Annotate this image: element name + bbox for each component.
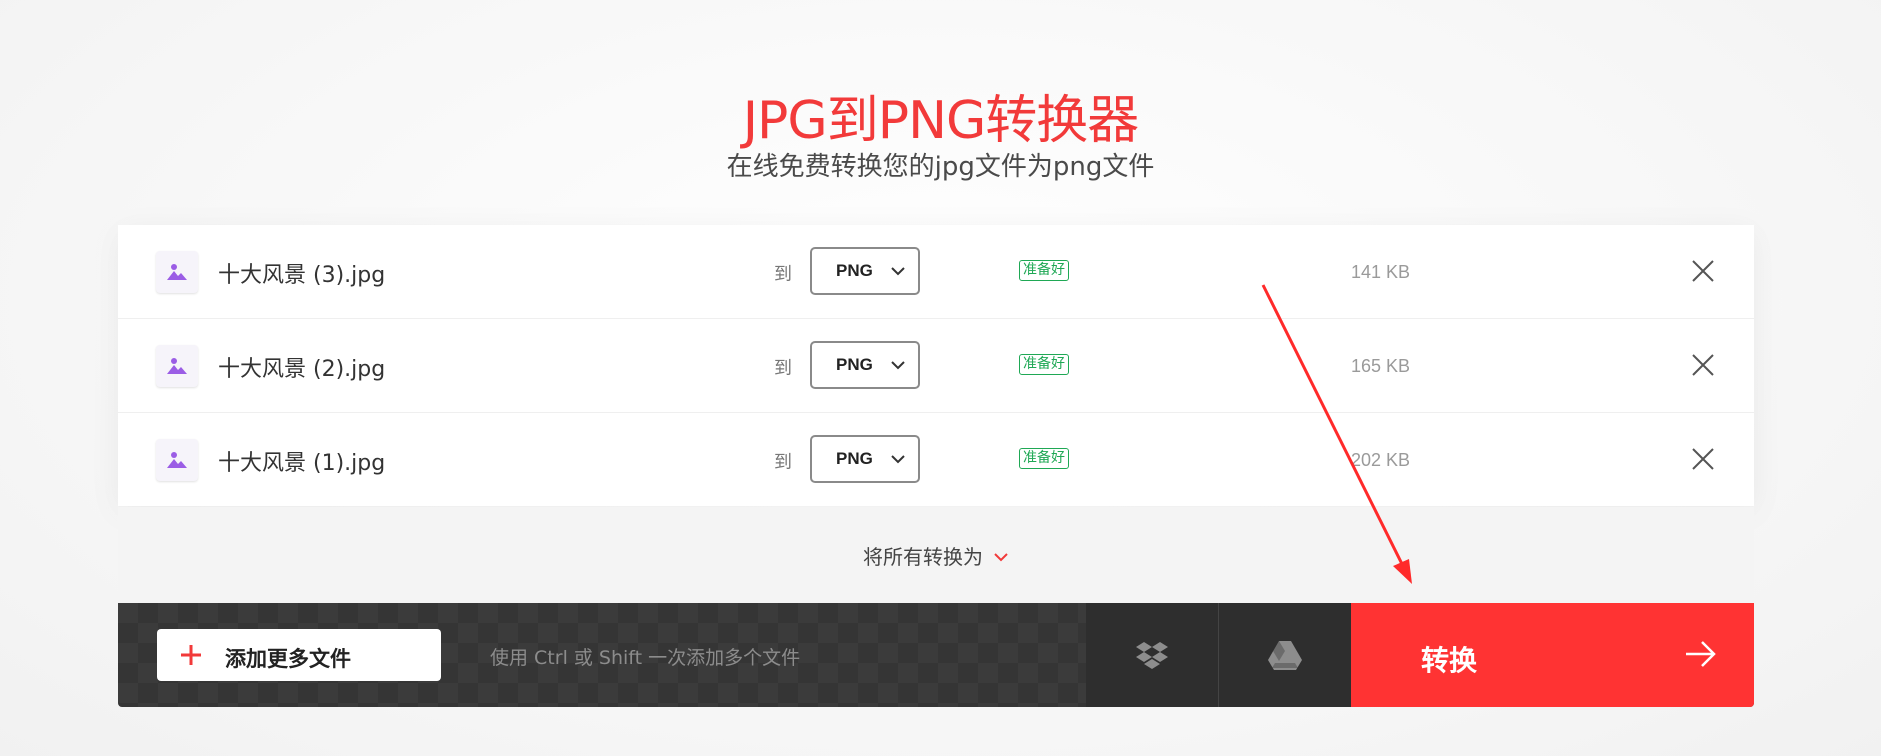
action-bar: 添加更多文件 使用 Ctrl 或 Shift 一次添加多个文件 转换 bbox=[118, 603, 1754, 707]
format-value: PNG bbox=[836, 449, 873, 468]
file-row: 十大风景 (3).jpg 到 PNG 准备好 141 KB bbox=[118, 225, 1754, 319]
file-row: 十大风景 (2).jpg 到 PNG 准备好 165 KB bbox=[118, 319, 1754, 413]
close-icon[interactable] bbox=[1690, 446, 1716, 472]
to-label: 到 bbox=[774, 452, 792, 473]
dropbox-icon bbox=[1136, 642, 1168, 669]
chevron-down-icon bbox=[994, 553, 1008, 562]
file-row: 十大风景 (1).jpg 到 PNG 准备好 202 KB bbox=[118, 413, 1754, 506]
image-icon bbox=[156, 345, 198, 387]
format-select[interactable]: PNG bbox=[810, 435, 920, 483]
status-badge: 准备好 bbox=[1019, 448, 1069, 469]
chevron-down-icon bbox=[891, 361, 905, 370]
image-icon bbox=[156, 251, 198, 293]
to-label: 到 bbox=[774, 358, 792, 379]
add-more-files-button[interactable]: 添加更多文件 bbox=[157, 629, 441, 681]
convert-label: 转换 bbox=[1421, 644, 1478, 677]
convert-all-dropdown[interactable]: 将所有转换为 bbox=[118, 507, 1754, 603]
status-badge: 准备好 bbox=[1019, 260, 1069, 281]
file-name: 十大风景 (1).jpg bbox=[218, 451, 386, 476]
dropbox-button[interactable] bbox=[1086, 603, 1219, 707]
page-title: JPG到PNG转换器 bbox=[742, 91, 1140, 151]
convert-button[interactable]: 转换 bbox=[1351, 603, 1754, 707]
add-more-files-label: 添加更多文件 bbox=[225, 647, 351, 671]
close-icon[interactable] bbox=[1690, 258, 1716, 284]
arrow-right-icon bbox=[1686, 641, 1716, 667]
format-value: PNG bbox=[836, 261, 873, 280]
google-drive-icon bbox=[1268, 641, 1302, 670]
to-label: 到 bbox=[774, 264, 792, 285]
format-select[interactable]: PNG bbox=[810, 341, 920, 389]
file-name: 十大风景 (2).jpg bbox=[218, 357, 386, 382]
plus-icon bbox=[181, 645, 201, 665]
format-value: PNG bbox=[836, 355, 873, 374]
file-size: 165 KB bbox=[1351, 356, 1411, 376]
file-size: 202 KB bbox=[1351, 450, 1411, 470]
image-icon bbox=[156, 439, 198, 481]
google-drive-button[interactable] bbox=[1219, 603, 1351, 707]
file-list: 十大风景 (3).jpg 到 PNG 准备好 141 KB 十大风景 (2).j… bbox=[118, 225, 1754, 506]
file-name: 十大风景 (3).jpg bbox=[218, 263, 386, 288]
chevron-down-icon bbox=[891, 267, 905, 276]
close-icon[interactable] bbox=[1690, 352, 1716, 378]
page-subtitle: 在线免费转换您的jpg文件为png文件 bbox=[726, 152, 1155, 182]
multi-select-hint: 使用 Ctrl 或 Shift 一次添加多个文件 bbox=[490, 647, 801, 669]
status-badge: 准备好 bbox=[1019, 354, 1069, 375]
convert-all-label: 将所有转换为 bbox=[863, 544, 983, 569]
format-select[interactable]: PNG bbox=[810, 247, 920, 295]
file-size: 141 KB bbox=[1351, 262, 1411, 282]
chevron-down-icon bbox=[891, 455, 905, 464]
